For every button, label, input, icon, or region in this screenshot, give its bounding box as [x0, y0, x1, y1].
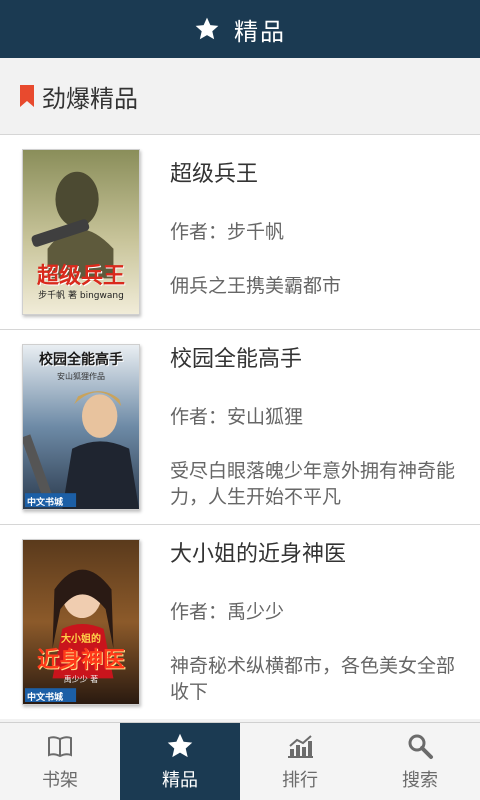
tab-label: 书架 [42, 770, 78, 791]
book-title[interactable]: 大小姐的近身神医 [170, 541, 456, 569]
book-author: 作者：安山狐狸 [170, 406, 304, 428]
star-icon [194, 16, 220, 42]
book-info: 超级兵王 作者：步千帆 佣兵之王携美霸都市 [170, 149, 480, 299]
cover-brand: 中文书城 [27, 693, 64, 703]
tab-ranking[interactable]: 排行 [240, 723, 360, 800]
search-icon [406, 732, 434, 760]
page-title: 精品 [234, 17, 286, 46]
book-icon [46, 732, 74, 760]
tab-label: 搜索 [402, 770, 438, 791]
cover-subtitle: 步千帆 著 bingwang [38, 291, 124, 301]
cover-subtitle: 安山狐狸作品 [57, 372, 105, 381]
book-item[interactable]: 大小姐的 近身神医 禹少少 著 中文书城 大小姐的近身神医 作者：禹少少 神奇秘… [0, 524, 480, 719]
tab-bookshelf[interactable]: 书架 [0, 723, 120, 800]
star-icon [166, 732, 194, 760]
cover-title: 超级兵王 [36, 264, 125, 289]
book-item[interactable]: 校园全能高手 安山狐狸作品 中文书城 校园全能高手 作者：安山狐狸 受尽白眼落魄… [0, 329, 480, 524]
cover-title: 近身神医 [36, 648, 125, 673]
tab-search[interactable]: 搜索 [360, 723, 480, 800]
book-author: 作者：步千帆 [170, 221, 285, 243]
chart-icon [286, 732, 314, 760]
tab-featured[interactable]: 精品 [120, 723, 240, 800]
bookmark-icon [20, 85, 34, 107]
app-root: 精品 劲爆精品 超级兵王 步千帆 著 bingwang 超级兵王 作者：步千帆 … [0, 0, 480, 800]
book-info: 校园全能高手 作者：安山狐狸 受尽白眼落魄少年意外拥有神奇能力，人生开始不平凡 [170, 344, 480, 510]
cover-brand: 中文书城 [27, 498, 64, 508]
section-title: 劲爆精品 [42, 84, 138, 113]
cover-title: 校园全能高手 [39, 352, 123, 368]
book-list[interactable]: 超级兵王 步千帆 著 bingwang 超级兵王 作者：步千帆 佣兵之王携美霸都… [0, 134, 480, 722]
book-cover[interactable]: 校园全能高手 安山狐狸作品 中文书城 [22, 344, 140, 510]
book-item[interactable]: 超级兵王 步千帆 著 bingwang 超级兵王 作者：步千帆 佣兵之王携美霸都… [0, 134, 480, 329]
book-description: 受尽白眼落魄少年意外拥有神奇能力，人生开始不平凡 [170, 460, 456, 508]
book-cover[interactable]: 超级兵王 步千帆 著 bingwang [22, 149, 140, 315]
book-title[interactable]: 超级兵王 [170, 161, 456, 189]
book-cover[interactable]: 大小姐的 近身神医 禹少少 著 中文书城 [22, 539, 140, 705]
top-bar: 精品 [0, 0, 480, 58]
book-info: 大小姐的近身神医 作者：禹少少 神奇秘术纵横都市，各色美女全部收下 [170, 539, 480, 705]
book-description: 神奇秘术纵横都市，各色美女全部收下 [170, 655, 456, 703]
book-title[interactable]: 校园全能高手 [170, 346, 456, 374]
section-header: 劲爆精品 [0, 58, 480, 134]
book-description: 佣兵之王携美霸都市 [170, 275, 342, 297]
bottom-nav: 书架 精品 排行 搜索 [0, 722, 480, 800]
book-author: 作者：禹少少 [170, 601, 285, 623]
tab-label: 排行 [282, 770, 318, 791]
cover-subtitle: 禹少少 著 [63, 675, 99, 684]
tab-label: 精品 [162, 770, 198, 791]
